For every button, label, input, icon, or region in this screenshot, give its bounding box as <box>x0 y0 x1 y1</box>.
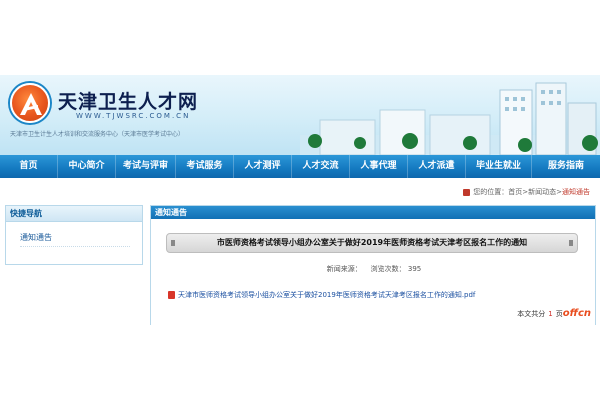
site-domain: WWW.TJWSRC.COM.CN <box>76 112 191 120</box>
nav-item-talent-exchange[interactable]: 人才交流 <box>292 155 350 178</box>
nav-item-dispatch[interactable]: 人才派遣 <box>408 155 466 178</box>
sidebar-item-notices[interactable]: 通知通告 <box>20 232 130 247</box>
content-panel: 通知通告 市医师资格考试领导小组办公室关于做好2019年医师资格考试天津考区报名… <box>150 205 596 325</box>
page-count: 本文共分 1 页 offcn <box>517 308 591 319</box>
attachment-filename[interactable]: 天津市医师资格考试领导小组办公室关于做好2019年医师资格考试天津考区报名工作的… <box>178 290 475 300</box>
views-count: 395 <box>407 265 422 273</box>
pages-suffix: 页 <box>555 309 563 318</box>
location-icon <box>463 188 471 196</box>
source-label: 新闻来源： <box>326 265 362 273</box>
article-title: 市医师资格考试领导小组办公室关于做好2019年医师资格考试天津考区报名工作的通知 <box>166 233 578 253</box>
breadcrumb: 您的位置： 首页 > 新闻动态 > 通知通告 <box>463 187 590 197</box>
breadcrumb-news[interactable]: 新闻动态 <box>528 187 556 197</box>
breadcrumb-current[interactable]: 通知通告 <box>562 187 590 197</box>
logo-mark-icon <box>20 93 42 115</box>
views-label: 浏览次数： <box>370 265 406 273</box>
nav-item-home[interactable]: 首页 <box>0 155 58 178</box>
quick-nav-title: 快捷导航 <box>6 206 142 222</box>
nav-item-graduate-employment[interactable]: 毕业生就业 <box>466 155 532 178</box>
offcn-watermark: offcn <box>562 308 591 319</box>
quick-nav-panel: 快捷导航 通知通告 <box>5 205 143 265</box>
nav-item-exams-reviews[interactable]: 考试与评审 <box>116 155 176 178</box>
pdf-icon <box>168 291 175 299</box>
breadcrumb-prefix: 您的位置： <box>473 188 509 196</box>
nav-item-exam-services[interactable]: 考试服务 <box>176 155 234 178</box>
nav-item-personnel-agency[interactable]: 人事代理 <box>350 155 408 178</box>
site-title: 天津卫生人才网 <box>58 91 199 113</box>
hospital-skyline-image <box>300 82 600 155</box>
site-logo[interactable] <box>10 83 50 123</box>
nav-item-about[interactable]: 中心简介 <box>58 155 116 178</box>
article-meta: 新闻来源： 浏览次数： 395 <box>151 264 597 274</box>
breadcrumb-home[interactable]: 首页 <box>508 187 522 197</box>
sub-organization: 天津市卫生计生人才培训和交流服务中心（天津市医学考试中心） <box>10 131 185 138</box>
main-nav: 首页 中心简介 考试与评审 考试服务 人才测评 人才交流 人事代理 人才派遣 毕… <box>0 155 600 178</box>
pages-number[interactable]: 1 <box>548 310 552 318</box>
nav-item-service-guide[interactable]: 服务指南 <box>532 155 600 178</box>
attachment-link[interactable]: 天津市医师资格考试领导小组办公室关于做好2019年医师资格考试天津考区报名工作的… <box>168 290 475 300</box>
pages-prefix: 本文共分 <box>517 309 546 318</box>
nav-item-assessment[interactable]: 人才测评 <box>234 155 292 178</box>
site-header: 天津卫生人才网 WWW.TJWSRC.COM.CN 天津市卫生计生人才培训和交流… <box>0 75 600 155</box>
content-panel-title: 通知通告 <box>151 206 595 219</box>
